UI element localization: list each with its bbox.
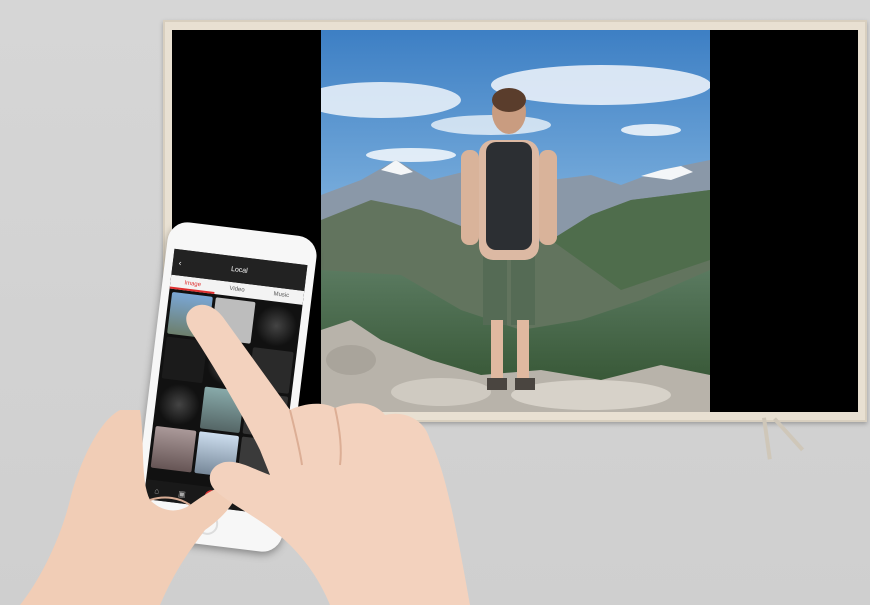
right-hand-pointing: [186, 304, 470, 605]
app-title: Local: [230, 265, 249, 275]
scene: ‹ Local Image Video Music ⌂ ▣: [0, 0, 870, 605]
back-icon[interactable]: ‹: [178, 258, 182, 267]
tv-stand-leg: [773, 417, 805, 452]
tv-stand-leg: [762, 417, 772, 460]
